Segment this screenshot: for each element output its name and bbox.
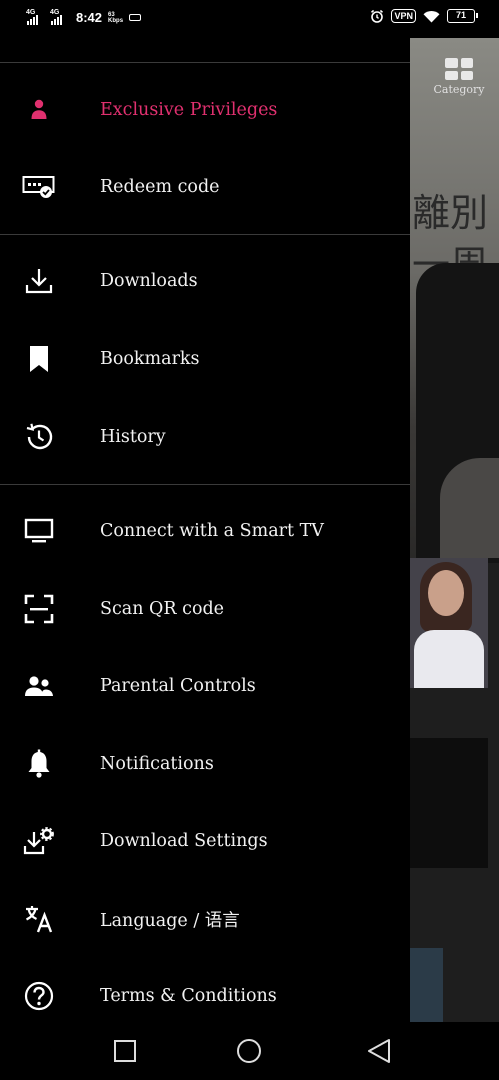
status-bar: 4G 4G 8:42 63 Kbps VPN 71	[0, 0, 499, 38]
category-label: Category	[433, 83, 485, 96]
data-saver-icon	[129, 14, 142, 21]
menu-item-history[interactable]: History	[0, 407, 410, 467]
navigation-bar	[0, 1022, 499, 1080]
menu-label: Terms & Conditions	[100, 986, 277, 1006]
tv-icon	[22, 514, 56, 548]
menu-label: Bookmarks	[100, 349, 200, 369]
history-icon	[22, 420, 56, 454]
language-icon	[22, 902, 56, 936]
network-speed-unit: Kbps	[108, 17, 124, 24]
download-settings-icon	[22, 824, 56, 858]
menu-label: History	[100, 427, 166, 447]
battery-icon: 71	[447, 9, 478, 23]
back-button[interactable]	[366, 1038, 392, 1064]
menu-item-smart-tv[interactable]: Connect with a Smart TV	[0, 501, 410, 561]
banner-title-line-1: 離別	[412, 191, 489, 235]
recent-apps-button[interactable]	[112, 1038, 138, 1064]
menu-label: Exclusive Privileges	[100, 100, 278, 120]
menu-label: Download Settings	[100, 831, 268, 851]
parental-icon	[22, 669, 56, 703]
alarm-icon	[371, 9, 384, 23]
signal-icon: 4G	[50, 9, 68, 25]
menu-label: Redeem code	[100, 177, 220, 197]
featured-banner[interactable]: 離別 一周	[410, 38, 499, 563]
bell-icon	[22, 747, 56, 781]
clock: 8:42	[76, 10, 103, 25]
menu-item-download-settings[interactable]: Download Settings	[0, 811, 410, 871]
download-icon	[22, 264, 56, 298]
divider	[0, 234, 410, 235]
menu-item-language[interactable]: Language / 语言	[0, 889, 410, 949]
background-app: 離別 一周 Category	[410, 38, 499, 1022]
help-icon	[22, 979, 56, 1013]
poster-figure-face	[428, 570, 464, 616]
menu-item-notifications[interactable]: Notifications	[0, 734, 410, 794]
menu-label: Language / 语言	[100, 910, 240, 931]
vpn-badge: VPN	[391, 9, 416, 23]
menu-item-parental-controls[interactable]: Parental Controls	[0, 656, 410, 716]
menu-label: Parental Controls	[100, 676, 256, 696]
wifi-icon	[423, 10, 440, 22]
category-button[interactable]: Category	[430, 58, 488, 96]
menu-item-redeem-code[interactable]: Redeem code	[0, 157, 410, 217]
home-button[interactable]	[236, 1038, 262, 1064]
network-speed: 63 Kbps	[108, 12, 123, 24]
menu-label: Scan QR code	[100, 599, 225, 619]
menu-item-downloads[interactable]: Downloads	[0, 251, 410, 311]
content-strip	[410, 738, 488, 868]
poster-thumbnail-2[interactable]	[410, 948, 443, 1022]
signal-icon: 4G	[26, 9, 44, 25]
menu-label: Downloads	[100, 271, 198, 291]
menu-item-bookmarks[interactable]: Bookmarks	[0, 329, 410, 389]
menu-item-exclusive-privileges[interactable]: Exclusive Privileges	[0, 80, 410, 140]
scan-icon	[22, 592, 56, 626]
bookmark-icon	[22, 342, 56, 376]
divider	[0, 62, 410, 63]
menu-item-terms[interactable]: Terms & Conditions	[0, 966, 410, 1026]
menu-label: Connect with a Smart TV	[100, 521, 324, 541]
banner-figure-shoulder	[440, 458, 499, 558]
menu-label: Notifications	[100, 754, 214, 774]
divider	[0, 484, 410, 485]
menu-item-scan-qr[interactable]: Scan QR code	[0, 579, 410, 639]
person-icon	[22, 93, 56, 127]
grid-icon	[445, 58, 473, 80]
navigation-drawer: Exclusive Privileges Redeem code Downloa…	[0, 38, 410, 1022]
redeem-code-icon	[22, 170, 56, 204]
poster-figure-coat	[414, 630, 484, 688]
poster-thumbnail[interactable]	[410, 558, 488, 688]
